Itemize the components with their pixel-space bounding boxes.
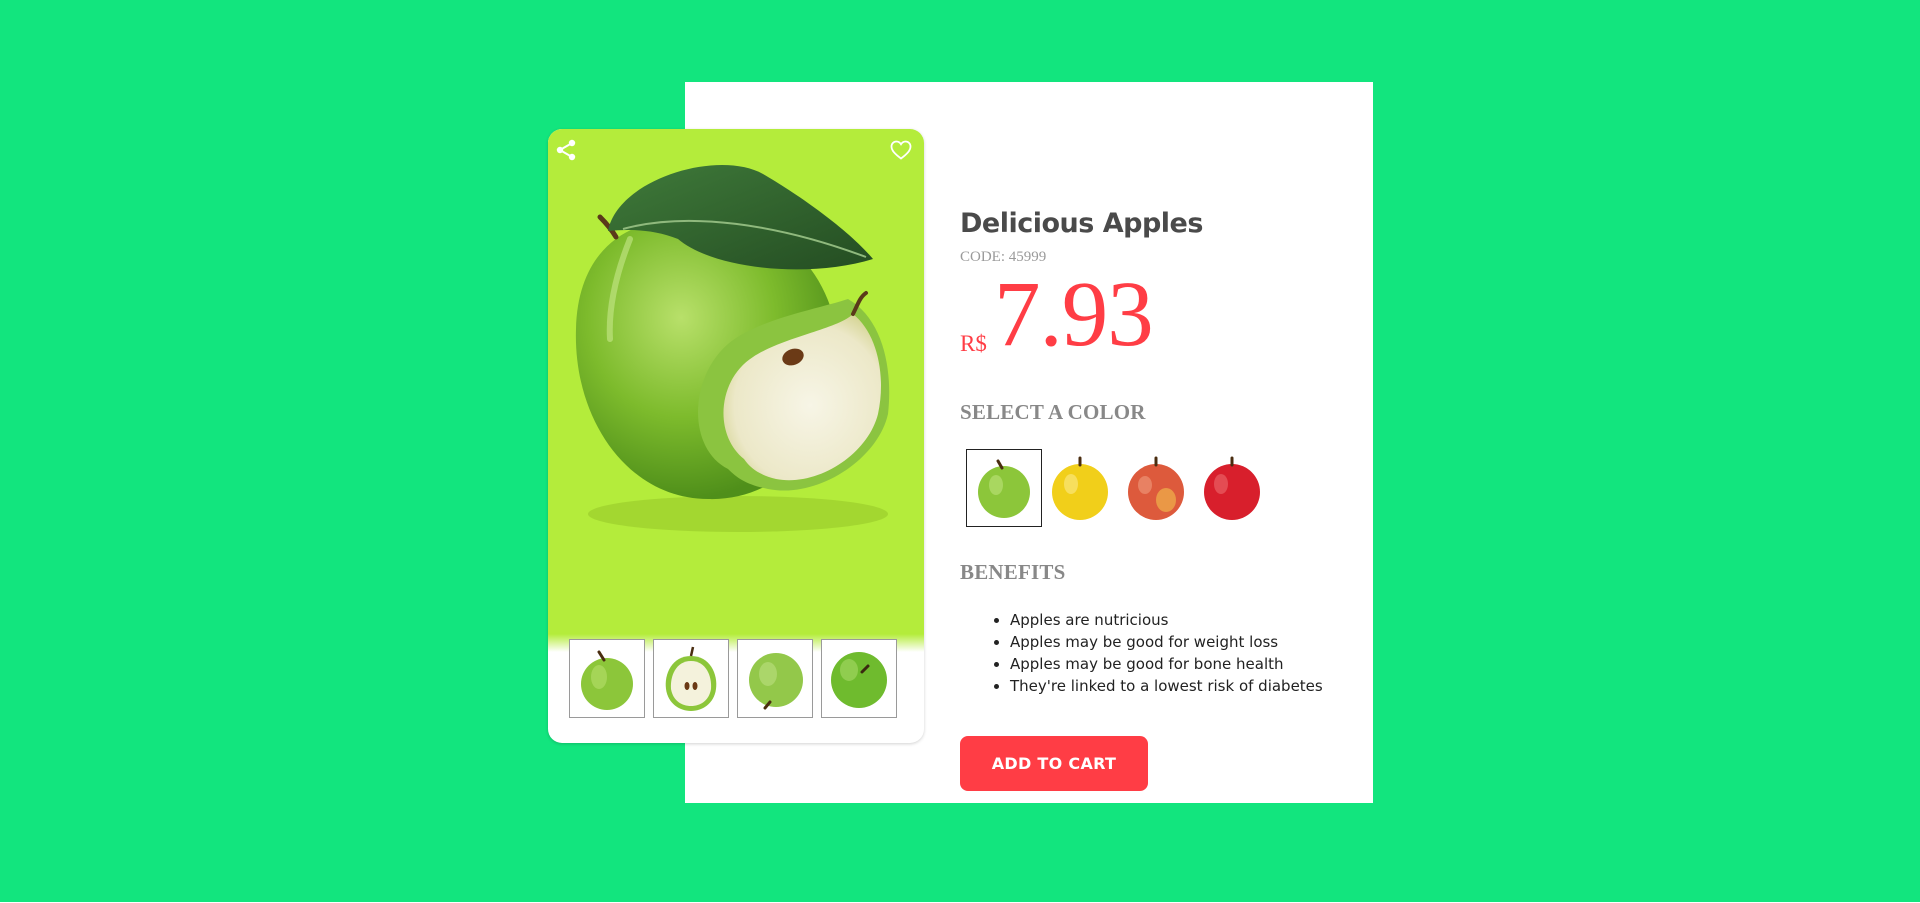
thumbnail-2[interactable] [653, 639, 729, 718]
color-option-yellow[interactable] [1042, 449, 1118, 527]
green-apple-swatch-icon [978, 459, 1030, 518]
product-hero-image [548, 129, 924, 634]
benefits-title: BENEFITS [960, 560, 1066, 584]
heart-icon[interactable] [889, 138, 913, 162]
red-apple-swatch-icon [1204, 456, 1260, 520]
benefit-item: They're linked to a lowest risk of diabe… [1010, 675, 1330, 697]
color-option-green[interactable] [966, 449, 1042, 527]
color-option-red-yellow[interactable] [1118, 449, 1194, 527]
yellow-apple-swatch-icon [1052, 456, 1108, 520]
thumbnail-4[interactable] [821, 639, 897, 718]
color-option-red[interactable] [1194, 449, 1270, 527]
add-to-cart-button[interactable]: ADD TO CART [960, 736, 1148, 791]
price-currency: R$ [960, 331, 987, 356]
benefits-list: Apples are nutricious Apples may be good… [960, 609, 1330, 697]
thumbnail-3[interactable] [737, 639, 813, 718]
green-apple-side-thumbnail-icon [749, 652, 803, 709]
color-options [966, 449, 1270, 527]
green-apple-image [575, 165, 890, 532]
product-title: Delicious Apples [960, 208, 1203, 239]
product-image-panel [548, 129, 924, 743]
green-apple-top-thumbnail-icon [831, 651, 887, 708]
thumbnail-1[interactable] [569, 639, 645, 718]
thumbnail-strip [569, 639, 897, 718]
benefit-item: Apples may be good for weight loss [1010, 631, 1330, 653]
benefit-item: Apples are nutricious [1010, 609, 1330, 631]
half-apple-thumbnail-icon [665, 646, 717, 711]
benefit-item: Apples may be good for bone health [1010, 653, 1330, 675]
price-value: 7.93 [994, 263, 1154, 366]
green-apple-thumbnail-icon [581, 650, 633, 710]
red-yellow-apple-swatch-icon [1128, 456, 1184, 520]
product-details: Delicious Apples CODE: 45999 R$ 7.93 SEL… [960, 0, 1323, 903]
select-color-title: SELECT A COLOR [960, 400, 1146, 424]
share-icon[interactable] [554, 138, 578, 162]
